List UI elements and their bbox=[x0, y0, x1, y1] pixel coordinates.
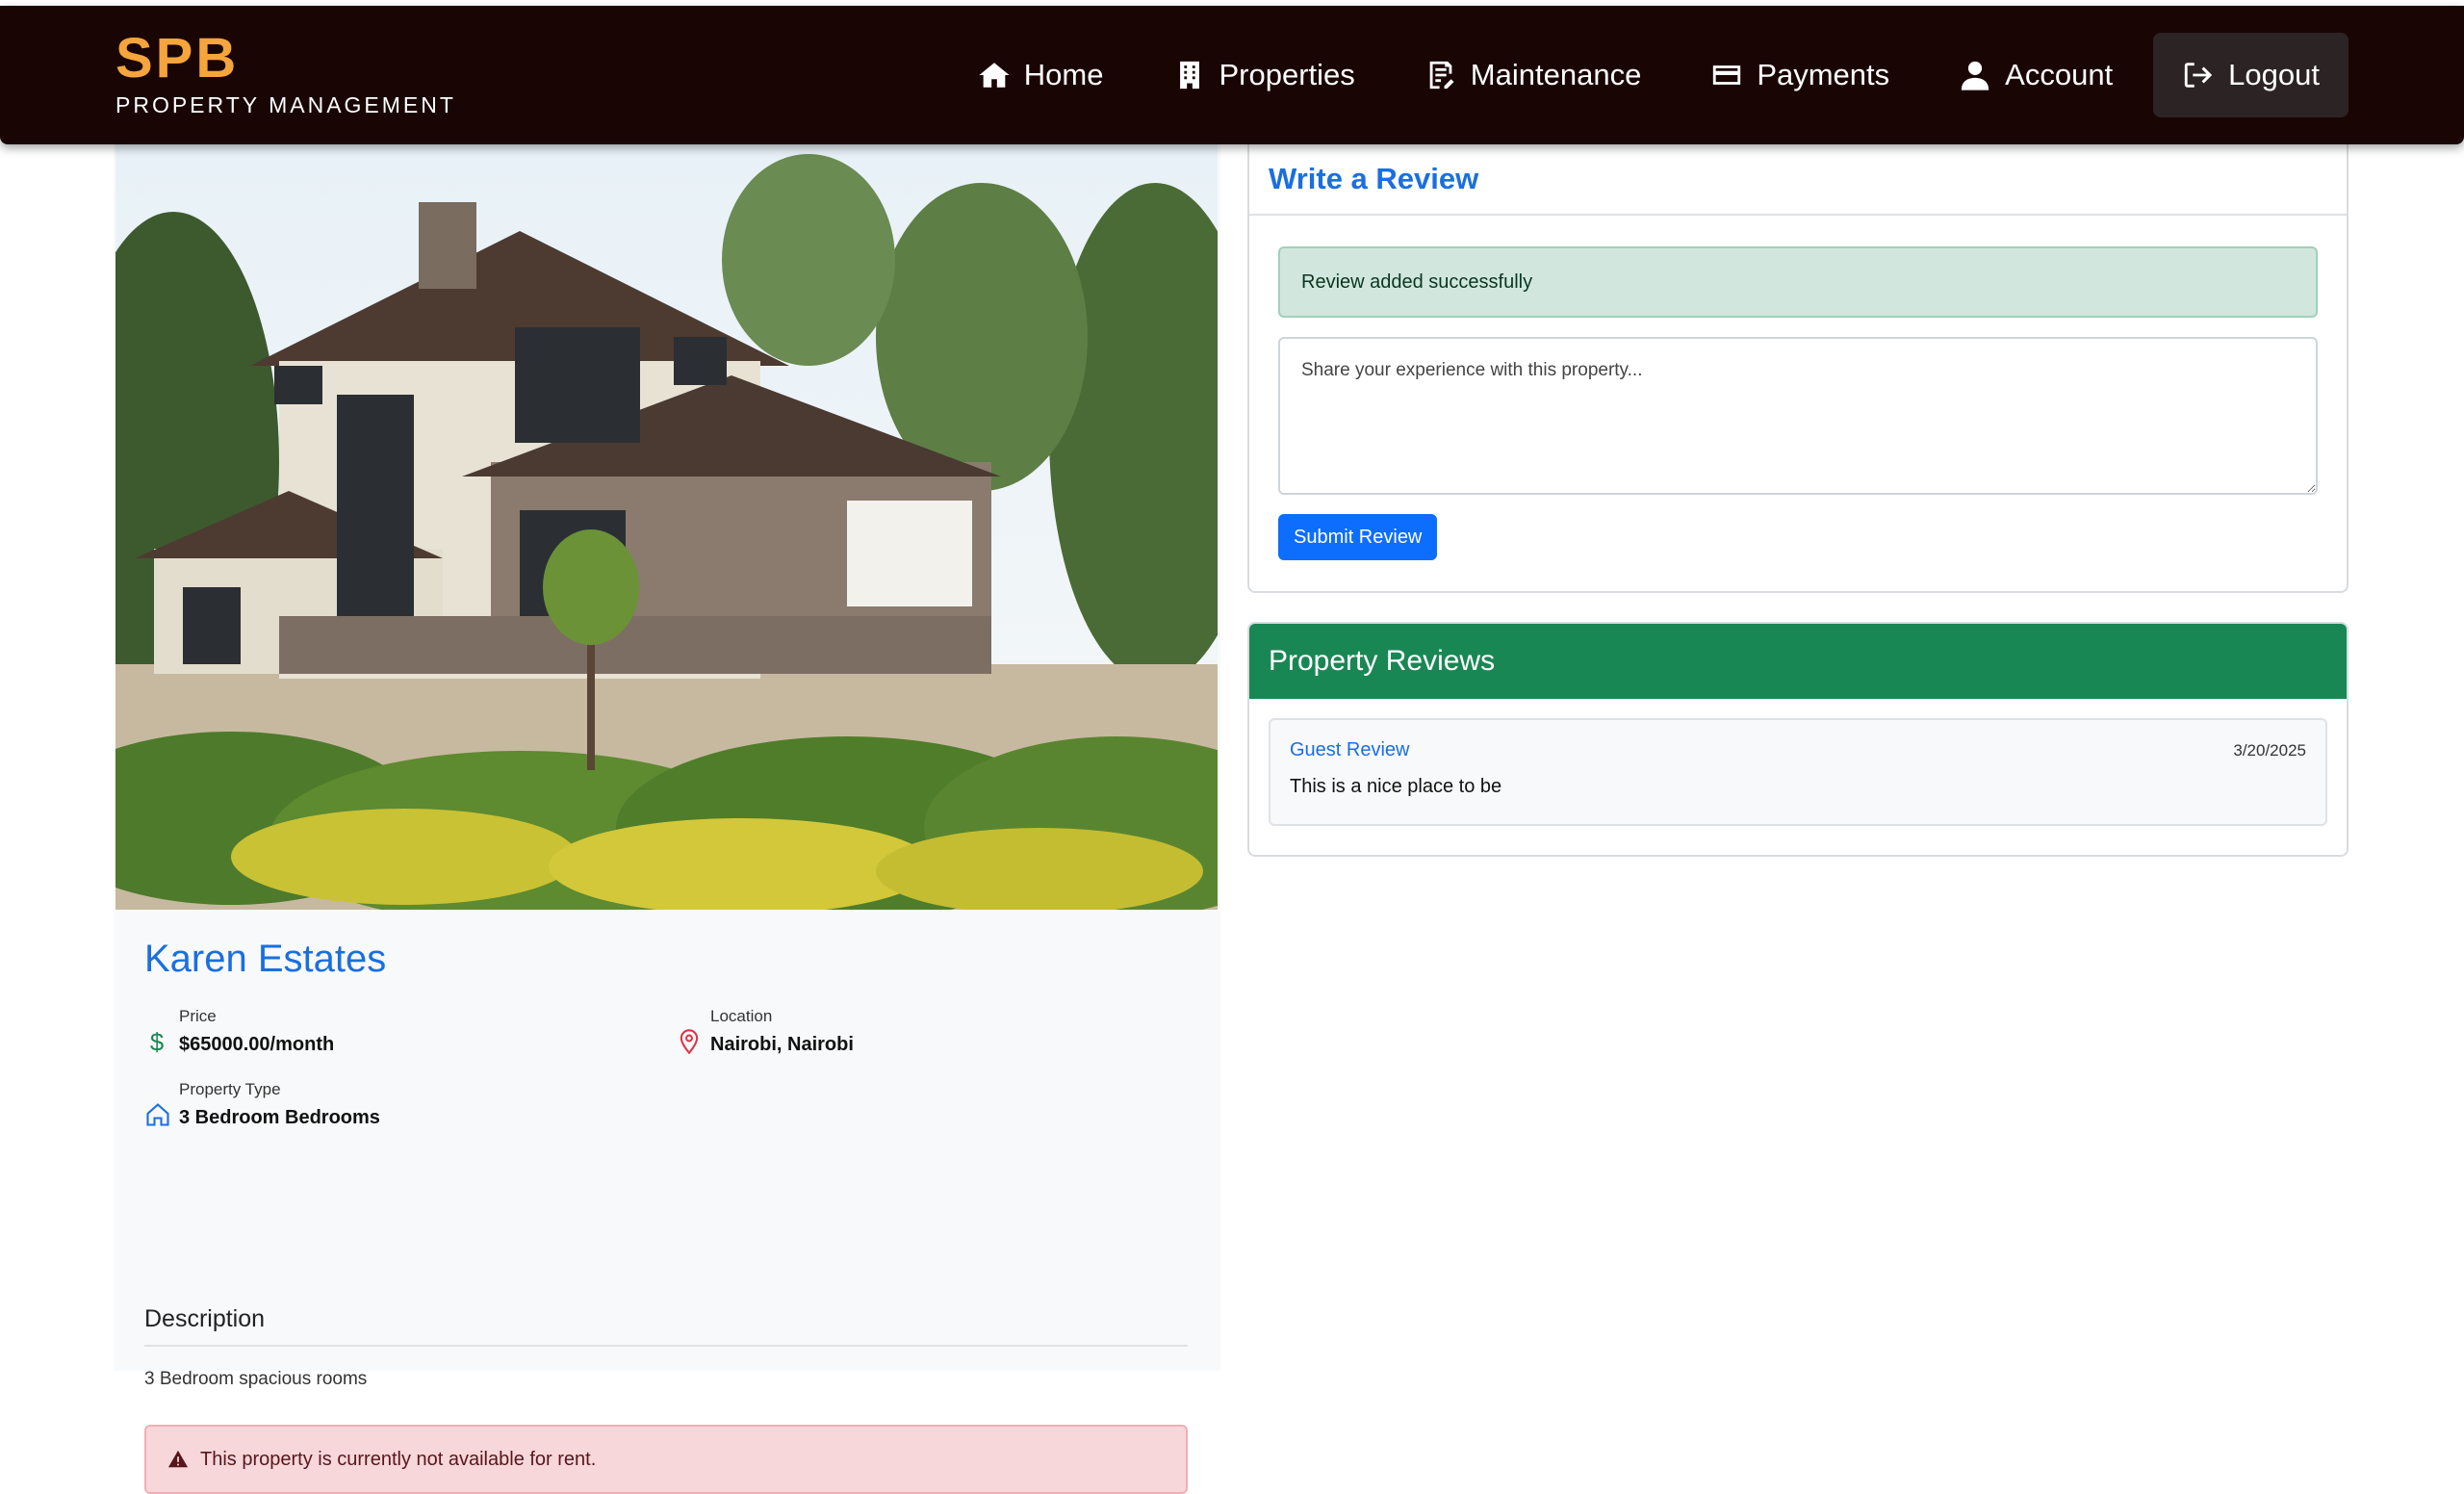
nav-logout-label: Logout bbox=[2228, 58, 2320, 91]
nav-home-label: Home bbox=[1023, 58, 1104, 91]
review-text: This is a nice place to be bbox=[1290, 776, 1502, 797]
write-review-title: Write a Review bbox=[1269, 162, 1479, 195]
dollar-icon: $ bbox=[150, 1029, 164, 1055]
review-success-alert: Review added successfully bbox=[1278, 246, 2318, 318]
location-info: Location Nairobi, Nairobi bbox=[676, 1007, 854, 1056]
warning-icon bbox=[167, 1450, 189, 1468]
nav-logout[interactable]: Logout bbox=[2153, 33, 2348, 117]
nav-payments[interactable]: Payments bbox=[1681, 33, 1918, 117]
property-title: Karen Estates bbox=[144, 938, 387, 980]
brand-subtitle: PROPERTY MANAGEMENT bbox=[116, 92, 456, 117]
location-label: Location bbox=[710, 1007, 773, 1025]
top-navbar: SPB PROPERTY MANAGEMENT Home Properties … bbox=[0, 6, 2464, 144]
nav-payments-label: Payments bbox=[1757, 58, 1890, 91]
nav-maintenance[interactable]: Maintenance bbox=[1396, 33, 1671, 117]
review-author: Guest Review bbox=[1290, 739, 1410, 760]
property-reviews-card: Property Reviews Guest Review 3/20/2025 … bbox=[1247, 622, 2348, 857]
review-item: Guest Review 3/20/2025 This is a nice pl… bbox=[1269, 718, 2327, 826]
property-photo bbox=[116, 144, 1218, 910]
property-reviews-header: Property Reviews bbox=[1249, 624, 2347, 699]
availability-alert: This property is currently not available… bbox=[144, 1425, 1188, 1494]
house-outline-icon bbox=[146, 1103, 169, 1126]
nav-account[interactable]: Account bbox=[1930, 33, 2142, 117]
price-value: $65000.00/month bbox=[179, 1034, 335, 1055]
property-type-value: 3 Bedroom Bedrooms bbox=[179, 1107, 380, 1128]
map-pin-icon bbox=[680, 1029, 699, 1055]
brand-logo[interactable]: SPB PROPERTY MANAGEMENT bbox=[116, 29, 456, 118]
property-reviews-title: Property Reviews bbox=[1269, 645, 1496, 677]
write-review-header: Write a Review bbox=[1249, 144, 2347, 216]
nav-properties-label: Properties bbox=[1219, 58, 1355, 91]
submit-review-button[interactable]: Submit Review bbox=[1278, 514, 1438, 560]
maintenance-icon bbox=[1429, 61, 1454, 90]
user-icon bbox=[1961, 61, 1989, 90]
review-textarea[interactable] bbox=[1278, 337, 2318, 495]
nav-home[interactable]: Home bbox=[949, 33, 1133, 117]
review-success-text: Review added successfully bbox=[1301, 270, 1533, 293]
brand-name: SPB bbox=[116, 27, 240, 90]
property-type-label: Property Type bbox=[179, 1080, 281, 1098]
nav-maintenance-label: Maintenance bbox=[1470, 58, 1642, 91]
location-value: Nairobi, Nairobi bbox=[710, 1034, 854, 1055]
property-type-info: Property Type 3 Bedroom Bedrooms bbox=[144, 1080, 380, 1129]
logout-icon bbox=[2185, 63, 2213, 88]
nav-menu: Home Properties Maintenance Payments Acc… bbox=[937, 33, 2348, 117]
nav-account-label: Account bbox=[2005, 58, 2114, 91]
price-info: $ Price $65000.00/month bbox=[144, 1007, 334, 1056]
review-date: 3/20/2025 bbox=[2233, 741, 2306, 760]
nav-properties[interactable]: Properties bbox=[1144, 33, 1384, 117]
description-heading: Description bbox=[144, 1305, 1188, 1347]
svg-text:$: $ bbox=[150, 1029, 164, 1055]
description-text: 3 Bedroom spacious rooms bbox=[144, 1369, 368, 1389]
home-icon bbox=[979, 63, 1010, 88]
credit-card-icon bbox=[1713, 65, 1741, 85]
building-icon bbox=[1179, 61, 1199, 90]
property-details-card: Karen Estates $ Price $65000.00/month Lo… bbox=[114, 144, 1220, 1494]
price-label: Price bbox=[179, 1007, 217, 1025]
write-review-card: Write a Review Review added successfully… bbox=[1247, 144, 2348, 593]
availability-alert-text: This property is currently not available… bbox=[200, 1448, 597, 1470]
